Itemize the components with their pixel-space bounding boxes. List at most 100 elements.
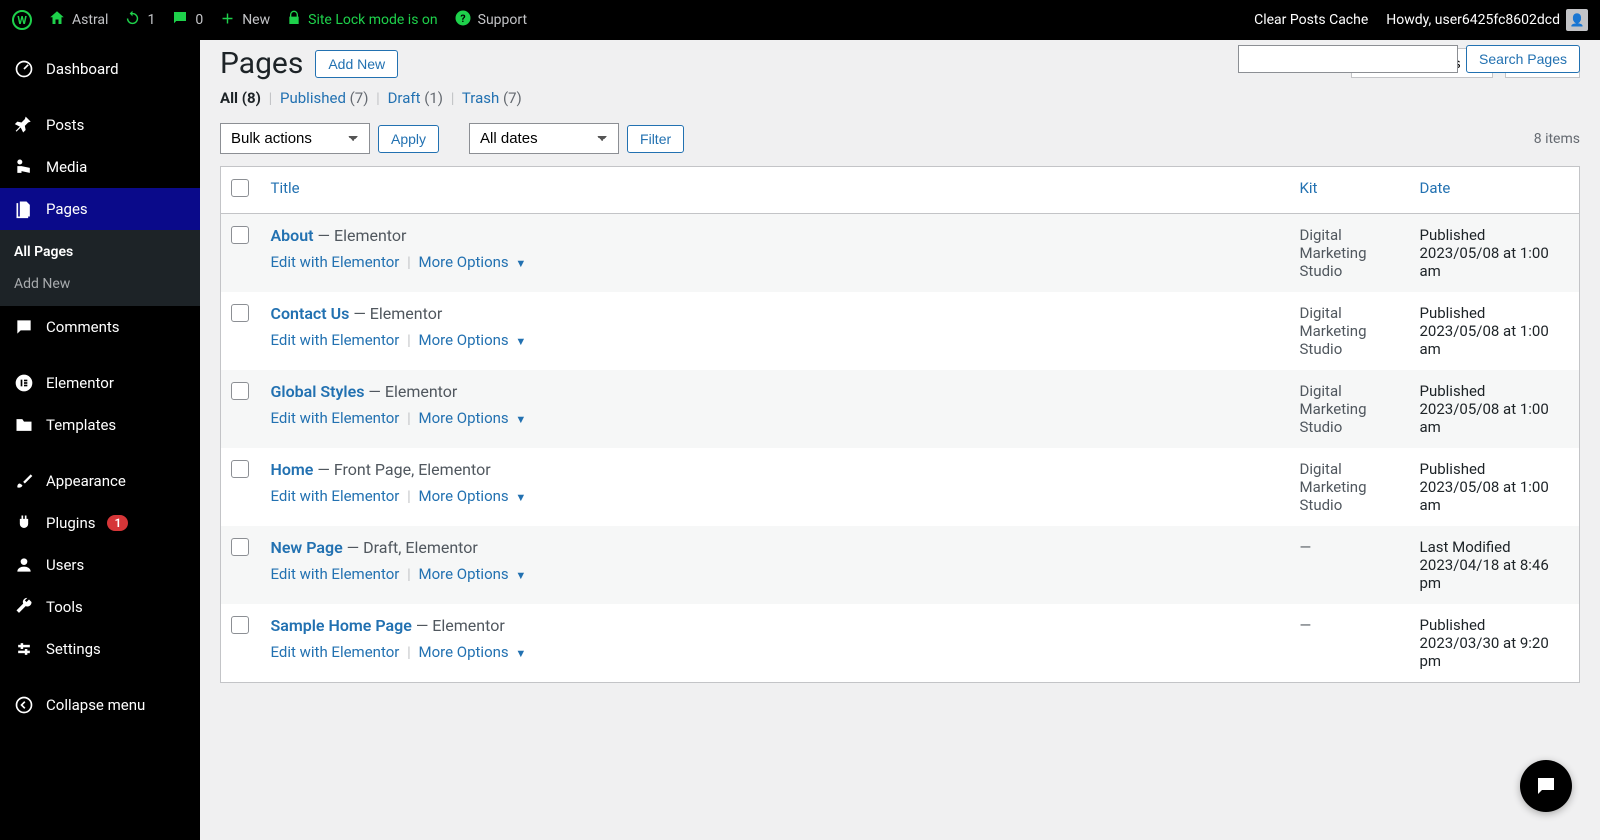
more-options-link[interactable]: More Options ▼ [419,331,527,349]
settings-icon [14,639,34,659]
caret-down-icon: ▼ [513,413,527,426]
col-date-sort[interactable]: Date [1420,179,1451,197]
sidebar-item-templates[interactable]: Templates [0,404,200,446]
filter-button[interactable]: Filter [627,125,684,153]
sidebar-item-appearance[interactable]: Appearance [0,460,200,502]
brush-icon [14,471,34,491]
updates-link[interactable]: 1 [124,10,155,31]
howdy-link[interactable]: Howdy, user6425fc8602dcd 👤 [1386,9,1588,31]
new-link[interactable]: New [219,10,270,31]
subsubsub-filters: All (8) | Published (7) | Draft (1) | Tr… [220,89,1580,107]
table-row: Sample Home Page — Elementor Edit with E… [221,604,1580,683]
updates-count: 1 [147,12,155,28]
sidebar-label: Tools [46,598,83,616]
edit-with-elementor-link[interactable]: Edit with Elementor [271,565,400,583]
more-options-link[interactable]: More Options ▼ [419,409,527,427]
sidebar-label: Elementor [46,374,114,392]
chat-fab[interactable] [1520,760,1572,812]
more-options-link[interactable]: More Options ▼ [419,487,527,505]
more-options-link[interactable]: More Options ▼ [419,643,527,661]
sidebar-item-dashboard[interactable]: Dashboard [0,48,200,90]
sidebar-label: Media [46,158,87,176]
sidebar-label: Collapse menu [46,696,145,714]
row-checkbox[interactable] [231,226,249,244]
sidebar-label: Posts [46,116,84,134]
table-row: About — Elementor Edit with Elementor | … [221,214,1580,293]
apply-button[interactable]: Apply [378,125,439,153]
sidebar-sub-add-new[interactable]: Add New [0,268,200,300]
caret-down-icon: ▼ [513,647,527,660]
date-filter-select[interactable]: All dates [469,123,619,154]
lock-icon [286,10,302,30]
plugins-badge: 1 [107,515,128,531]
row-kit: Digital Marketing Studio [1290,214,1410,293]
more-options-link[interactable]: More Options ▼ [419,253,527,271]
row-title-link[interactable]: About [271,226,314,245]
wp-logo-icon[interactable]: W [12,10,32,30]
media-icon [14,157,34,177]
col-title-sort[interactable]: Title [271,179,300,197]
search-pages-button[interactable]: Search Pages [1466,45,1580,73]
sidebar-item-pages[interactable]: Pages [0,188,200,230]
sidebar-label: Settings [46,640,101,658]
row-state-suffix: — Draft, Elementor [343,538,478,557]
sidebar-label: Dashboard [46,60,119,78]
sidebar-item-users[interactable]: Users [0,544,200,586]
more-options-link[interactable]: More Options ▼ [419,565,527,583]
sidebar-item-elementor[interactable]: Elementor [0,362,200,404]
caret-down-icon: ▼ [513,569,527,582]
row-date: Published2023/05/08 at 1:00 am [1410,448,1580,526]
row-date: Published2023/05/08 at 1:00 am [1410,292,1580,370]
bulk-actions-group: Bulk actions Apply All dates Filter [220,123,684,154]
pages-table: Title Kit Date About — Elementor Edit wi… [220,166,1580,683]
row-kit: — [1290,604,1410,683]
site-lock-indicator[interactable]: Site Lock mode is on [286,10,438,30]
row-title-link[interactable]: Sample Home Page [271,616,412,635]
filter-all[interactable]: All (8) [220,89,261,107]
filter-trash[interactable]: Trash [462,89,499,107]
row-actions: Edit with Elementor | More Options ▼ [271,643,1280,661]
sidebar-item-media[interactable]: Media [0,146,200,188]
sidebar-item-settings[interactable]: Settings [0,628,200,670]
row-title-link[interactable]: Contact Us [271,304,350,323]
row-checkbox[interactable] [231,616,249,634]
row-checkbox[interactable] [231,304,249,322]
row-title-link[interactable]: Home [271,460,314,479]
sidebar-sub-all-pages[interactable]: All Pages [0,236,200,268]
filter-draft[interactable]: Draft [388,89,421,107]
new-label: New [242,12,270,28]
row-checkbox[interactable] [231,538,249,556]
sidebar-label: Plugins [46,514,95,532]
add-new-button[interactable]: Add New [315,50,398,78]
sidebar-item-comments[interactable]: Comments [0,306,200,348]
howdy-text: Howdy, user6425fc8602dcd [1386,12,1560,28]
row-title-link[interactable]: New Page [271,538,343,557]
row-checkbox[interactable] [231,460,249,478]
edit-with-elementor-link[interactable]: Edit with Elementor [271,253,400,271]
comments-link[interactable]: 0 [171,9,203,31]
sidebar-item-collapse[interactable]: Collapse menu [0,684,200,726]
edit-with-elementor-link[interactable]: Edit with Elementor [271,487,400,505]
clear-cache-link[interactable]: Clear Posts Cache [1254,12,1368,28]
sidebar-item-posts[interactable]: Posts [0,104,200,146]
edit-with-elementor-link[interactable]: Edit with Elementor [271,643,400,661]
edit-with-elementor-link[interactable]: Edit with Elementor [271,409,400,427]
col-kit-sort[interactable]: Kit [1300,179,1318,197]
bulk-actions-select[interactable]: Bulk actions [220,123,370,154]
edit-with-elementor-link[interactable]: Edit with Elementor [271,331,400,349]
support-link[interactable]: ? Support [454,9,527,31]
row-checkbox[interactable] [231,382,249,400]
collapse-icon [14,695,34,715]
sidebar-item-tools[interactable]: Tools [0,586,200,628]
sidebar-item-plugins[interactable]: Plugins 1 [0,502,200,544]
site-name-link[interactable]: Astral [48,9,108,31]
search-input[interactable] [1238,45,1458,73]
table-row: New Page — Draft, Elementor Edit with El… [221,526,1580,604]
filter-published[interactable]: Published [280,89,346,107]
select-all-checkbox[interactable] [231,179,249,197]
comments-count: 0 [195,12,203,28]
comments-icon [14,317,34,337]
row-title-link[interactable]: Global Styles [271,382,365,401]
search-row: Search Pages [220,45,1580,73]
row-state-suffix: — Elementor [314,226,407,245]
